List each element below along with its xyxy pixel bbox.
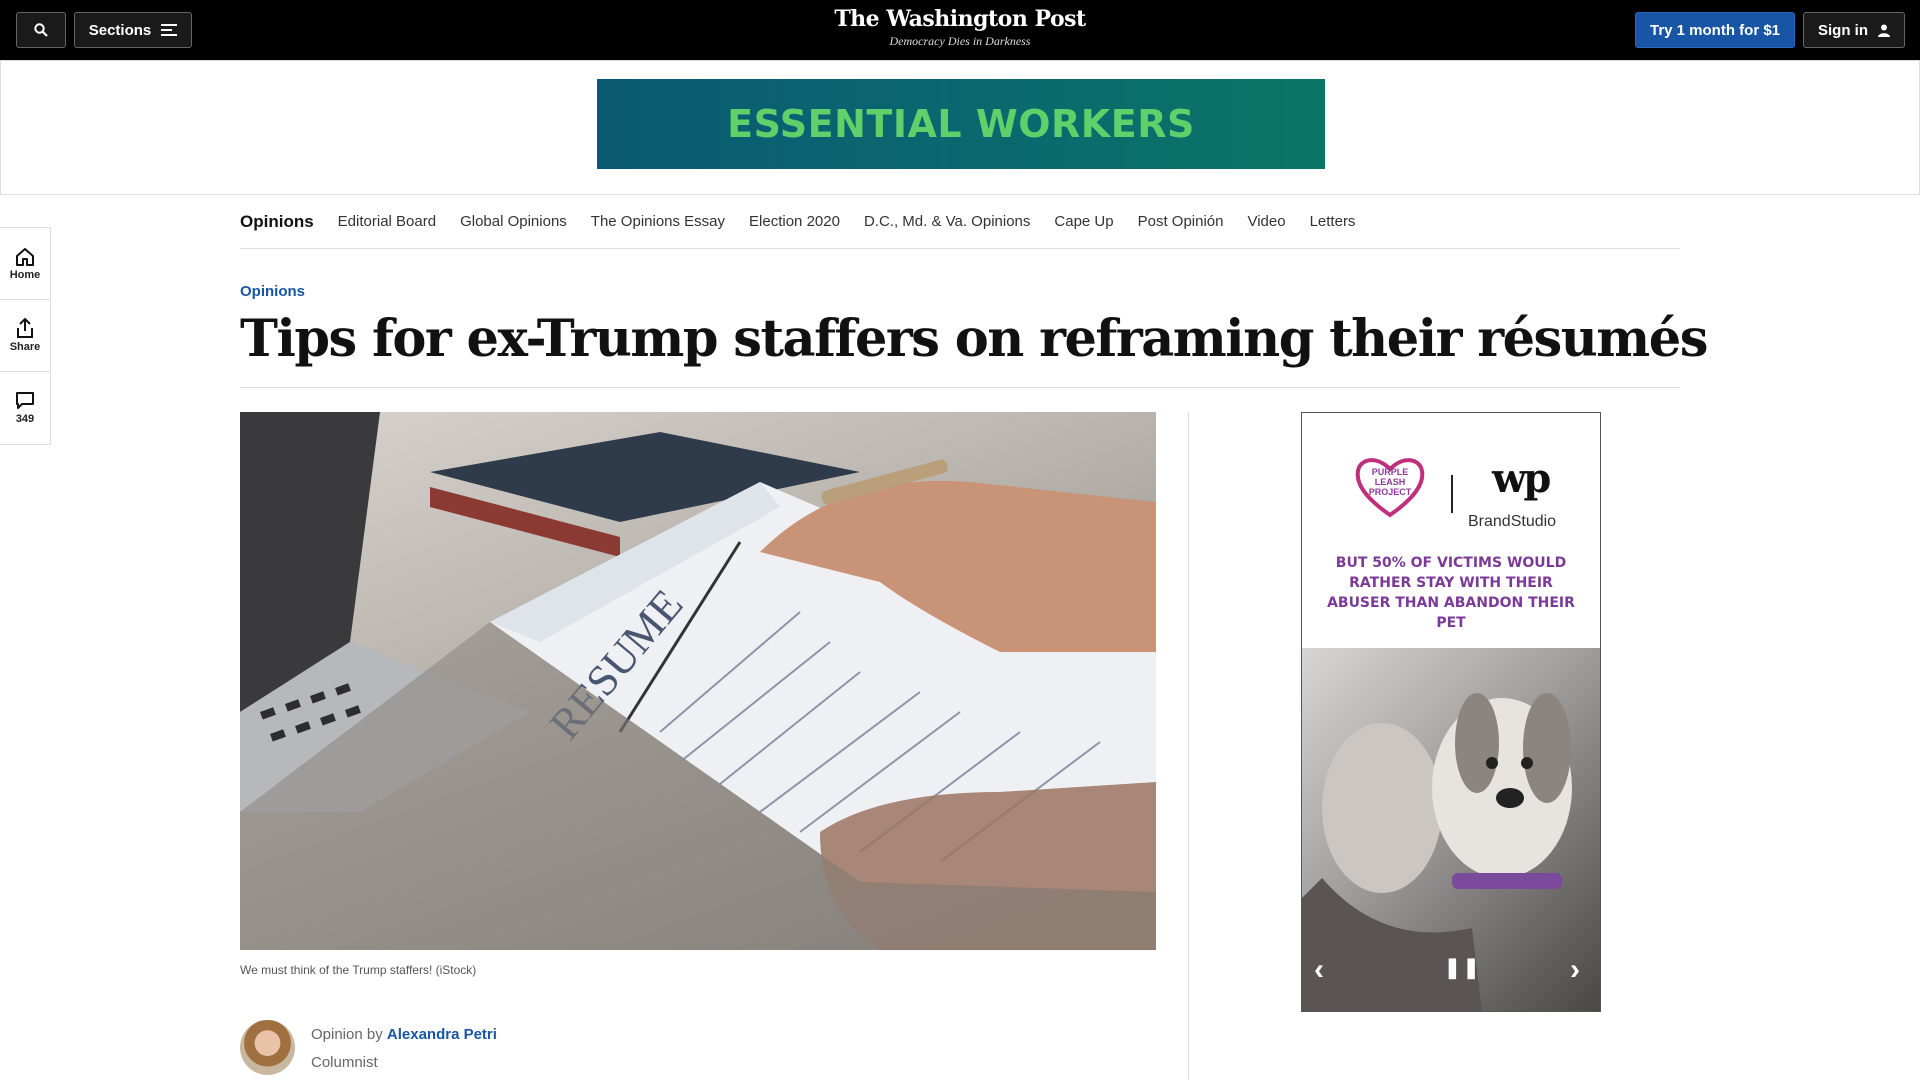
- side-ad[interactable]: PURPLE LEASH PROJECT wp BrandStudio BUT …: [1301, 412, 1601, 1012]
- nav-item-opinions[interactable]: Opinions: [240, 212, 314, 232]
- byline: Opinion by Alexandra Petri: [311, 1026, 497, 1043]
- byline-prefix: Opinion by: [311, 1026, 383, 1043]
- signin-button[interactable]: Sign in: [1803, 12, 1905, 48]
- user-icon: [1878, 24, 1890, 37]
- sections-button[interactable]: Sections: [74, 12, 192, 48]
- search-icon: [34, 23, 48, 37]
- site-logo[interactable]: The Washington Post: [760, 6, 1160, 32]
- wp-logo-icon: wp: [1492, 455, 1551, 502]
- home-icon: [16, 247, 34, 266]
- signin-label: Sign in: [1818, 21, 1868, 39]
- side-ad-message: BUT 50% OF VICTIMS WOULD RATHER STAY WIT…: [1327, 555, 1575, 631]
- nav-item-global-opinions[interactable]: Global Opinions: [460, 213, 567, 230]
- author-link[interactable]: Alexandra Petri: [387, 1026, 497, 1043]
- hero-image: RESUME: [240, 412, 1156, 950]
- nav-item-opinions-essay[interactable]: The Opinions Essay: [591, 213, 725, 230]
- image-caption: We must think of the Trump staffers! (iS…: [240, 963, 477, 977]
- site-tagline: Democracy Dies in Darkness: [889, 34, 1031, 48]
- side-ad-prev-icon[interactable]: ‹: [1314, 953, 1324, 987]
- menu-icon: [161, 24, 178, 36]
- comment-icon: [16, 392, 34, 409]
- share-icon: [17, 318, 33, 338]
- headline-divider: [240, 387, 1680, 388]
- rail-comments-button[interactable]: 349: [0, 372, 50, 444]
- resume-photo: RESUME: [240, 412, 1156, 950]
- author-avatar[interactable]: [240, 1020, 295, 1075]
- column-divider: [1188, 412, 1189, 1080]
- rail-share-button[interactable]: Share: [0, 300, 50, 372]
- side-ad-next-icon[interactable]: ›: [1570, 953, 1580, 987]
- rail-share-label: Share: [9, 341, 41, 353]
- rail-home-button[interactable]: Home: [0, 228, 50, 300]
- side-ad-separator: [1451, 475, 1453, 513]
- top-bar: Sections The Washington Post Democracy D…: [0, 0, 1920, 60]
- top-ad-text: ESSENTIAL WORKERS: [727, 102, 1195, 146]
- side-ad-brand-left: PURPLE LEASH PROJECT: [1368, 467, 1412, 497]
- nav-item-editorial-board[interactable]: Editorial Board: [338, 213, 436, 230]
- left-rail: Home Share 349: [0, 227, 51, 445]
- nav-item-election-2020[interactable]: Election 2020: [749, 213, 840, 230]
- author-role: Columnist: [311, 1054, 378, 1071]
- nav-item-cape-up[interactable]: Cape Up: [1054, 213, 1113, 230]
- subscribe-button[interactable]: Try 1 month for $1: [1635, 12, 1795, 48]
- search-button[interactable]: [16, 12, 66, 48]
- nav-item-post-opinion[interactable]: Post Opinión: [1138, 213, 1224, 230]
- article-kicker[interactable]: Opinions: [240, 283, 305, 300]
- section-nav: Opinions Editorial Board Global Opinions…: [240, 195, 1680, 249]
- article-headline: Tips for ex-Trump staffers on reframing …: [240, 309, 1708, 369]
- side-ad-header: PURPLE LEASH PROJECT wp BrandStudio BUT …: [1302, 413, 1600, 648]
- top-ad-banner[interactable]: ESSENTIAL WORKERS: [597, 79, 1325, 169]
- ad-band: ESSENTIAL WORKERS: [0, 60, 1920, 195]
- nav-item-letters[interactable]: Letters: [1310, 213, 1356, 230]
- sections-label: Sections: [88, 21, 152, 39]
- rail-comments-count: 349: [15, 413, 35, 425]
- side-ad-brand-right: BrandStudio: [1468, 513, 1557, 530]
- masthead[interactable]: The Washington Post Democracy Dies in Da…: [760, 6, 1160, 49]
- rail-home-label: Home: [9, 268, 41, 281]
- nav-item-video[interactable]: Video: [1247, 213, 1285, 230]
- nav-item-dc-md-va-opinions[interactable]: D.C., Md. & Va. Opinions: [864, 213, 1030, 230]
- side-ad-pause-icon[interactable]: ❚❚: [1444, 955, 1482, 980]
